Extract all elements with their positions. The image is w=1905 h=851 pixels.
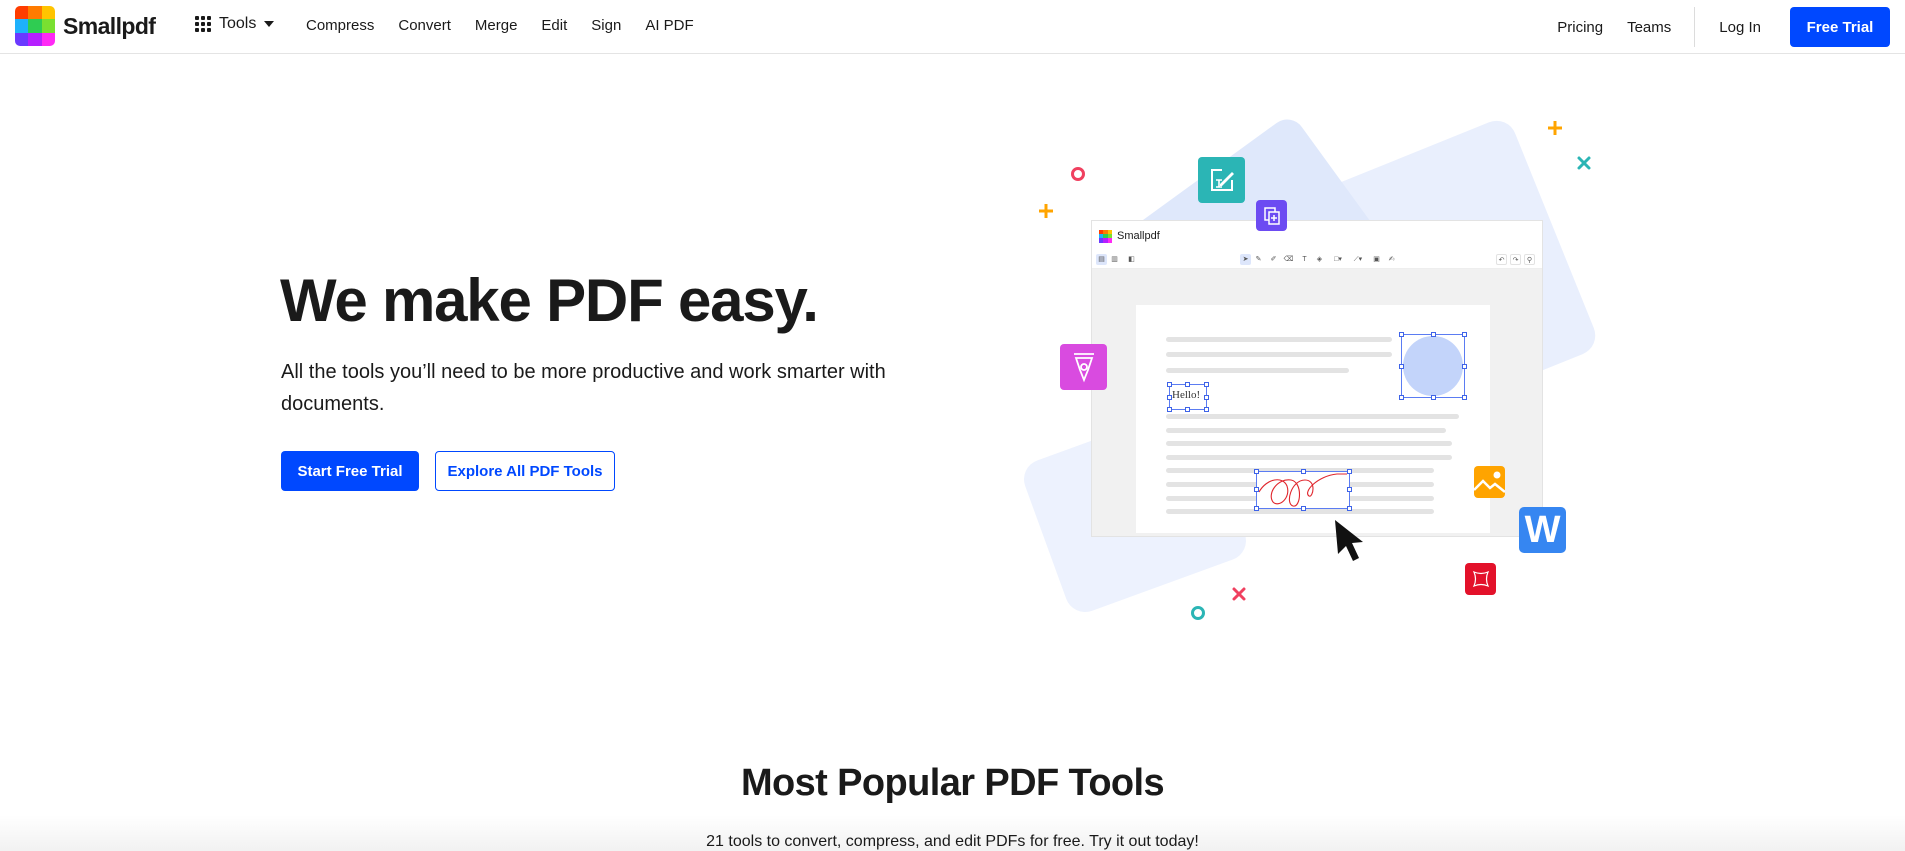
text-tool-icon: T xyxy=(1302,256,1307,263)
logo-cell xyxy=(15,19,29,33)
word-icon: W xyxy=(1519,507,1566,553)
circle-decor-icon xyxy=(1071,167,1085,181)
edit-text-icon xyxy=(1198,157,1245,203)
x-decor-icon xyxy=(1577,156,1591,170)
redo-icon: ↷ xyxy=(1510,254,1521,265)
app-titlebar: Smallpdf xyxy=(1092,221,1542,251)
sidebar-icon: ◧ xyxy=(1128,256,1135,263)
image-tool-icon: ▣ xyxy=(1373,256,1380,263)
zoom-icon: ⚲ xyxy=(1524,254,1535,265)
logo-cell xyxy=(1107,238,1112,243)
circle-shape xyxy=(1403,336,1463,396)
signature-selection xyxy=(1254,469,1352,511)
explore-tools-button[interactable]: Explore All PDF Tools xyxy=(435,451,615,491)
top-navbar: Smallpdf Tools Compress Convert Merge Ed… xyxy=(0,0,1905,54)
x-decor-icon xyxy=(1232,587,1246,601)
text-annotation-selection: Hello! xyxy=(1167,382,1209,412)
eraser-icon: ⌫ xyxy=(1283,256,1294,263)
cursor-icon xyxy=(1335,520,1363,561)
thumbnail-icon: ▥ xyxy=(1111,256,1118,263)
sign-tool-icon: ✍ xyxy=(1388,256,1395,263)
hero-illustration: Smallpdf ▤ ▥ ◧ ➤ ✎ ✐ ⌫ T ◈ □▾ ⟋▾ ▣ ✍ ↶ ↷… xyxy=(1010,100,1630,640)
nav-compress[interactable]: Compress xyxy=(306,17,374,34)
document-page: Hello! xyxy=(1136,305,1490,533)
nav-pricing[interactable]: Pricing xyxy=(1557,19,1603,36)
start-free-trial-button[interactable]: Start Free Trial xyxy=(281,451,419,491)
logo-cell xyxy=(15,6,29,20)
page-view-icon: ▤ xyxy=(1096,254,1107,265)
logo-mark-icon xyxy=(15,6,55,46)
merge-pages-icon xyxy=(1256,200,1287,231)
signature-scribble xyxy=(1258,473,1347,507)
nav-ai-pdf[interactable]: AI PDF xyxy=(645,17,693,34)
logo-cell xyxy=(28,6,42,20)
image-icon xyxy=(1474,466,1505,498)
pen-nib-icon xyxy=(1060,344,1107,390)
caret-down-icon xyxy=(264,21,275,27)
nav-merge[interactable]: Merge xyxy=(475,17,518,34)
logo-cell xyxy=(41,32,55,46)
section-title: Most Popular PDF Tools xyxy=(740,762,1165,804)
highlighter-icon: ✐ xyxy=(1270,256,1277,263)
app-title: Smallpdf xyxy=(1117,230,1160,242)
plus-decor-icon xyxy=(1039,204,1053,218)
plus-decor-icon xyxy=(1548,121,1562,135)
free-trial-button[interactable]: Free Trial xyxy=(1790,7,1890,47)
select-tool-icon: ➤ xyxy=(1240,254,1251,265)
grid-icon xyxy=(195,16,211,32)
shape-selection xyxy=(1399,332,1467,400)
nav-teams[interactable]: Teams xyxy=(1627,19,1671,36)
tools-dropdown[interactable]: Tools xyxy=(195,15,275,33)
circle-decor-icon xyxy=(1191,606,1205,620)
main-nav: Compress Convert Merge Edit Sign AI PDF xyxy=(306,17,718,34)
text-annotation: Hello! xyxy=(1172,389,1201,401)
crop-icon xyxy=(1465,563,1496,595)
logo-cell xyxy=(41,6,55,20)
logo-cell xyxy=(15,32,29,46)
section-subtitle: 21 tools to convert, compress, and edit … xyxy=(706,833,1199,850)
tools-label: Tools xyxy=(219,15,257,32)
logo-cell xyxy=(41,19,55,33)
right-nav: Pricing Teams Log In Free Trial xyxy=(1557,0,1905,54)
nav-divider xyxy=(1694,7,1696,47)
logo-cell xyxy=(28,32,42,46)
logo-text: Smallpdf xyxy=(63,12,156,39)
logo-cell xyxy=(28,19,42,33)
hero-subtitle: All the tools you’ll need to be more pro… xyxy=(281,361,886,415)
login-link[interactable]: Log In xyxy=(1719,19,1761,36)
pen-tool-icon: ✎ xyxy=(1255,256,1262,263)
undo-icon: ↶ xyxy=(1496,254,1507,265)
nav-convert[interactable]: Convert xyxy=(398,17,451,34)
shape-tool-icon: □▾ xyxy=(1334,256,1342,263)
mini-logo-icon xyxy=(1099,229,1112,243)
nav-edit[interactable]: Edit xyxy=(541,17,567,34)
smallpdf-logo[interactable]: Smallpdf xyxy=(15,6,156,46)
app-toolbar: ▤ ▥ ◧ ➤ ✎ ✐ ⌫ T ◈ □▾ ⟋▾ ▣ ✍ ↶ ↷ ⚲ xyxy=(1092,251,1542,269)
hero-title: We make PDF easy. xyxy=(280,267,819,334)
stamp-icon: ◈ xyxy=(1316,256,1323,263)
line-tool-icon: ⟋▾ xyxy=(1353,256,1363,263)
nav-sign[interactable]: Sign xyxy=(591,17,621,34)
